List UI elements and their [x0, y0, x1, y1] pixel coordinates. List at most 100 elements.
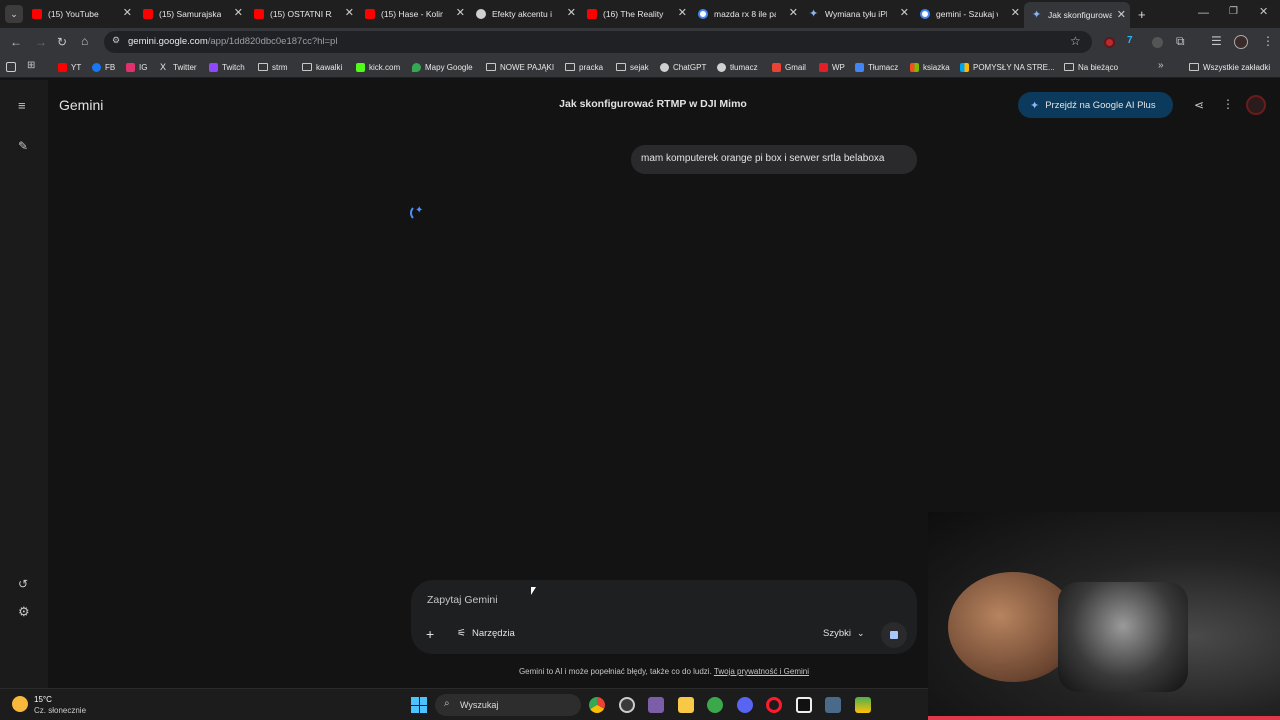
- bookmark-star-icon[interactable]: ☆: [1070, 35, 1081, 47]
- sidebar-toggle-icon[interactable]: [6, 62, 16, 72]
- settings-gear-icon[interactable]: ⚙: [18, 605, 30, 618]
- new-chat-icon[interactable]: ✎: [18, 140, 28, 152]
- tab-ostatni-raz[interactable]: (15) OSTATNI RAZ✕: [254, 4, 354, 24]
- folder-icon: [486, 63, 496, 71]
- bookmark-tlumacz-google[interactable]: Tłumacz: [855, 61, 898, 73]
- close-window-button[interactable]: ✕: [1259, 7, 1268, 18]
- tab-hase[interactable]: (15) Hase - Kolim ✕: [365, 4, 465, 24]
- extension-7tv-icon[interactable]: 7: [1127, 36, 1133, 46]
- app-capcut-icon[interactable]: [796, 697, 812, 713]
- windows-taskbar: 15°C Cz. słonecznie ⌕ Wyszukaj: [0, 688, 928, 720]
- account-avatar[interactable]: [1246, 95, 1266, 115]
- privacy-link[interactable]: Twoja prywatność i Gemini: [714, 667, 809, 676]
- close-tab-icon[interactable]: ✕: [789, 6, 798, 19]
- tab-jak-skonfigurowac[interactable]: ✦ Jak skonfigurowa ✕: [1024, 2, 1130, 28]
- forward-icon[interactable]: →: [35, 36, 47, 48]
- tab-the-reality[interactable]: (16) The Reality o ✕: [587, 4, 687, 24]
- more-options-icon[interactable]: ⋮: [1222, 98, 1234, 110]
- app-shield-icon[interactable]: [707, 697, 723, 713]
- browser-menu-icon[interactable]: ⋮: [1262, 35, 1274, 47]
- bookmark-nowe-pajaki[interactable]: NOWE PAJĄKI: [486, 61, 554, 73]
- close-tab-icon[interactable]: ✕: [123, 6, 132, 19]
- bookmark-chatgpt[interactable]: ChatGPT: [660, 61, 706, 73]
- tab-youtube[interactable]: (15) YouTube ✕: [32, 4, 132, 24]
- bookmark-mapy-google[interactable]: Mapy Google: [412, 61, 473, 73]
- tab-search-button[interactable]: ⌄: [5, 5, 23, 23]
- bookmark-kick[interactable]: kick.com: [356, 61, 400, 73]
- bookmark-strm[interactable]: strm: [258, 61, 288, 73]
- model-selector[interactable]: Szybki ⌄: [823, 628, 865, 639]
- microsoft-icon: [910, 62, 919, 72]
- more-bookmarks-icon[interactable]: »: [1158, 61, 1164, 71]
- minimize-button[interactable]: —: [1198, 8, 1209, 19]
- profile-avatar[interactable]: [1234, 35, 1248, 49]
- bookmark-na-biezaco[interactable]: Na bieżąco: [1064, 61, 1118, 73]
- tab-efekty-akcentu[interactable]: Efekty akcentu i p ✕: [476, 4, 576, 24]
- chrome-icon[interactable]: [589, 697, 605, 713]
- bookmark-pracka[interactable]: pracka: [565, 61, 603, 73]
- back-icon[interactable]: ←: [10, 36, 22, 48]
- record-extension-icon[interactable]: [1104, 37, 1115, 48]
- bookmark-wp[interactable]: WP: [819, 61, 845, 73]
- instagram-icon: [126, 62, 135, 72]
- app-obs-icon[interactable]: [619, 697, 635, 713]
- new-tab-button[interactable]: +: [1138, 8, 1146, 21]
- bookmark-gmail[interactable]: Gmail: [772, 61, 806, 73]
- close-tab-icon[interactable]: ✕: [345, 6, 354, 19]
- bookmark-tlumacz[interactable]: tłumacz: [717, 61, 758, 73]
- extensions-puzzle-icon[interactable]: ⧉: [1176, 35, 1185, 47]
- activity-history-icon[interactable]: ↺: [18, 578, 28, 590]
- tab-gemini-szukaj[interactable]: gemini - Szukaj w ✕: [920, 4, 1020, 24]
- bookmark-kawalki[interactable]: kawalki: [302, 61, 342, 73]
- reload-icon[interactable]: ↻: [57, 36, 67, 48]
- extension-grey-icon[interactable]: [1152, 37, 1163, 48]
- app-title[interactable]: Gemini: [59, 97, 103, 113]
- tab-samurajska[interactable]: (15) Samurajska M✕: [143, 4, 243, 24]
- weather-temperature: 15°C: [34, 695, 52, 704]
- chat-title[interactable]: Jak skonfigurować RTMP w DJI Mimo: [480, 98, 826, 110]
- close-tab-icon[interactable]: ✕: [567, 6, 576, 19]
- bookmark-all-bookmarks[interactable]: Wszystkie zakładki: [1189, 61, 1270, 73]
- share-icon[interactable]: ⋖: [1194, 99, 1204, 111]
- app-bluestacks-icon[interactable]: [855, 697, 871, 713]
- bookmark-yt[interactable]: YT: [58, 61, 81, 73]
- bookmark-pomysly[interactable]: POMYSŁY NA STRE...: [960, 61, 1055, 73]
- menu-hamburger-icon[interactable]: ≡: [18, 99, 26, 112]
- close-tab-icon[interactable]: ✕: [456, 6, 465, 19]
- bookmark-fb[interactable]: FB: [92, 61, 115, 73]
- tools-button[interactable]: ⚟ Narzędzia: [457, 628, 515, 639]
- app-paint-icon[interactable]: [648, 697, 664, 713]
- add-attachment-icon[interactable]: +: [426, 627, 434, 641]
- close-tab-icon[interactable]: ✕: [234, 6, 243, 19]
- stop-generation-button[interactable]: [881, 622, 907, 648]
- site-info-icon[interactable]: ⚙: [112, 36, 120, 45]
- start-windows-icon[interactable]: [411, 697, 427, 713]
- file-explorer-icon[interactable]: [678, 697, 694, 713]
- bookmark-ig[interactable]: IG: [126, 61, 147, 73]
- weather-icon[interactable]: [12, 696, 28, 712]
- app-photo-icon[interactable]: [825, 697, 841, 713]
- upgrade-button[interactable]: ✦ Przejdź na Google AI Plus: [1018, 92, 1173, 118]
- home-icon[interactable]: ⌂: [81, 35, 88, 47]
- restore-button[interactable]: ❐: [1229, 7, 1238, 17]
- close-tab-icon[interactable]: ✕: [678, 6, 687, 19]
- close-tab-icon[interactable]: ✕: [1011, 6, 1020, 19]
- bookmark-ksiazka[interactable]: ksiazka: [910, 61, 950, 73]
- bookmark-sejak[interactable]: sejak: [616, 61, 649, 73]
- tab-mazda[interactable]: mazda rx 8 ile pal ✕: [698, 4, 798, 24]
- youtube-icon: [143, 9, 153, 19]
- bookmark-twitch[interactable]: Twitch: [209, 61, 245, 73]
- bookmark-twitter[interactable]: X Twitter: [160, 61, 197, 73]
- prompt-input[interactable]: Zapytaj Gemini: [427, 594, 498, 606]
- close-tab-icon[interactable]: ✕: [1117, 8, 1126, 21]
- folder-icon: [616, 63, 626, 71]
- address-bar[interactable]: ⚙ gemini.google.com/app/1dd820dbc0e187cc…: [104, 31, 1092, 53]
- discord-icon[interactable]: [737, 697, 753, 713]
- prompt-input-box[interactable]: Zapytaj Gemini + ⚟ Narzędzia Szybki ⌄: [411, 580, 917, 654]
- taskbar-search[interactable]: ⌕ Wyszukaj: [435, 694, 581, 716]
- opera-icon[interactable]: [766, 697, 782, 713]
- tab-wymiana[interactable]: ✦ Wymiana tyłu iPh ✕: [809, 4, 909, 24]
- apps-grid-icon[interactable]: ⊞: [27, 61, 35, 71]
- close-tab-icon[interactable]: ✕: [900, 6, 909, 19]
- reading-list-icon[interactable]: ☰: [1211, 35, 1222, 47]
